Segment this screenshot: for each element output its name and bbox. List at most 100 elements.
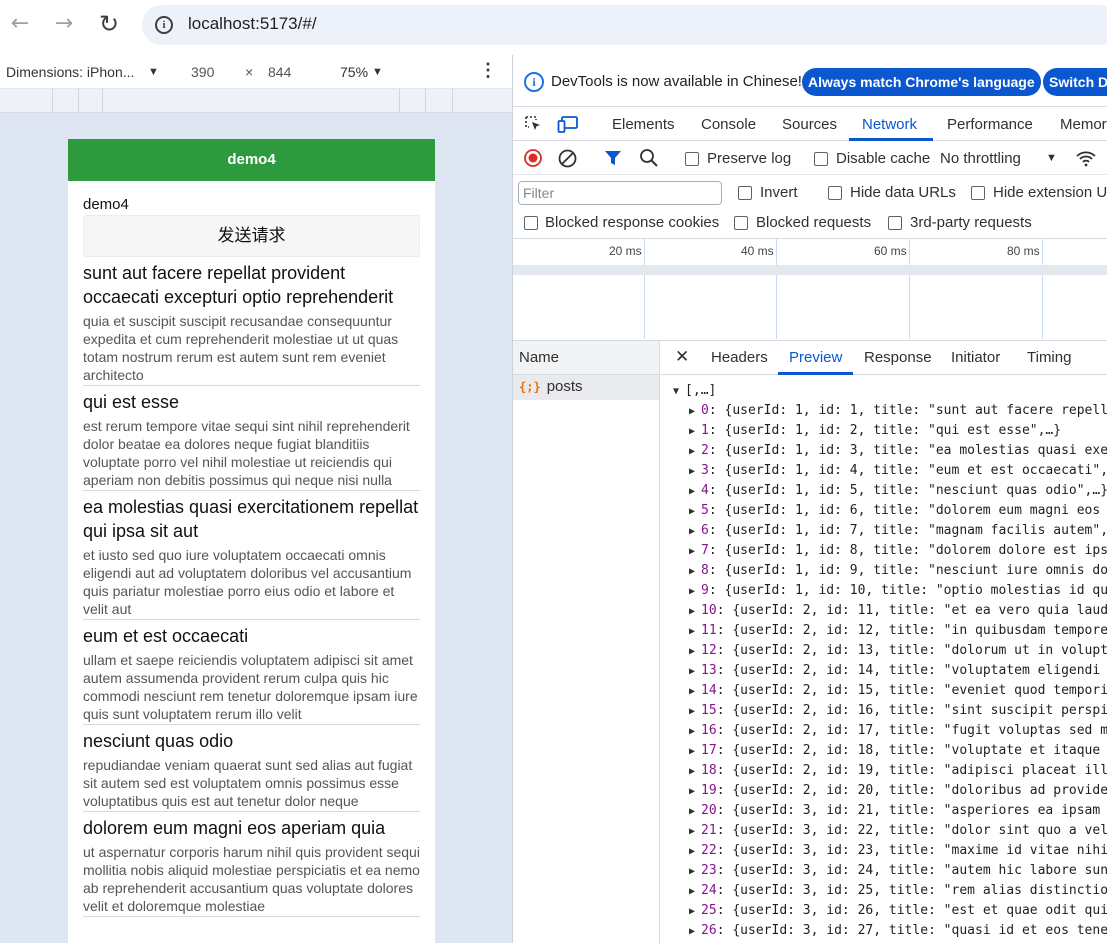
record-stop-icon[interactable] [524, 149, 542, 171]
collapsed-triangle-icon[interactable]: ▶ [689, 586, 701, 597]
collapsed-triangle-icon[interactable]: ▶ [689, 866, 701, 877]
blocked-response-cookies-checkbox[interactable] [524, 216, 538, 230]
detail-tab-initiator[interactable]: Initiator [951, 349, 1000, 366]
tab-memory[interactable]: Memory [1060, 116, 1107, 133]
collapsed-triangle-icon[interactable]: ▶ [689, 666, 701, 677]
third-party-requests-checkbox[interactable] [888, 216, 902, 230]
filter-input[interactable]: Filter [518, 181, 722, 205]
collapsed-triangle-icon[interactable]: ▶ [689, 426, 701, 437]
expand-triangle-icon[interactable]: ▼ [673, 386, 685, 397]
more-menu-icon[interactable]: ⋮ [479, 60, 497, 81]
json-array-item[interactable]: ▶ 14: {userId: 2, id: 15, title: "evenie… [689, 681, 1107, 701]
name-column-header[interactable]: Name [513, 341, 659, 375]
json-array-item[interactable]: ▶ 19: {userId: 2, id: 20, title: "dolori… [689, 781, 1107, 801]
json-array-item[interactable]: ▶ 15: {userId: 2, id: 16, title: "sint s… [689, 701, 1107, 721]
forward-icon[interactable]: → [50, 9, 78, 39]
collapsed-triangle-icon[interactable]: ▶ [689, 706, 701, 717]
blocked-requests-checkbox[interactable] [734, 216, 748, 230]
collapsed-triangle-icon[interactable]: ▶ [689, 926, 701, 937]
collapsed-triangle-icon[interactable]: ▶ [689, 766, 701, 777]
collapsed-triangle-icon[interactable]: ▶ [689, 446, 701, 457]
network-conditions-icon[interactable] [1075, 149, 1099, 171]
json-array-item[interactable]: ▶ 2: {userId: 1, id: 3, title: "ea moles… [689, 441, 1107, 461]
tab-network[interactable]: Network [862, 116, 917, 133]
tab-performance[interactable]: Performance [947, 116, 1033, 133]
collapsed-triangle-icon[interactable]: ▶ [689, 466, 701, 477]
tab-console[interactable]: Console [701, 116, 756, 133]
json-array-item[interactable]: ▶ 11: {userId: 2, id: 12, title: "in qui… [689, 621, 1107, 641]
json-array-item[interactable]: ▶ 21: {userId: 3, id: 22, title: "dolor … [689, 821, 1107, 841]
site-info-icon[interactable]: i [155, 16, 173, 34]
hide-extension-urls-checkbox[interactable] [971, 186, 985, 200]
disable-cache-checkbox[interactable] [814, 152, 828, 166]
hide-data-urls-checkbox[interactable] [828, 186, 842, 200]
send-request-button[interactable]: 发送请求 [83, 215, 420, 257]
chevron-down-icon[interactable]: ▼ [1046, 152, 1057, 164]
json-array-item[interactable]: ▶ 10: {userId: 2, id: 11, title: "et ea … [689, 601, 1107, 621]
always-match-language-button[interactable]: Always match Chrome's language [802, 68, 1041, 96]
json-array-item[interactable]: ▶ 7: {userId: 1, id: 8, title: "dolorem … [689, 541, 1107, 561]
json-array-item[interactable]: ▶ 23: {userId: 3, id: 24, title: "autem … [689, 861, 1107, 881]
json-array-item[interactable]: ▶ 18: {userId: 2, id: 19, title: "adipis… [689, 761, 1107, 781]
json-array-item[interactable]: ▶ 9: {userId: 1, id: 10, title: "optio m… [689, 581, 1107, 601]
tab-elements[interactable]: Elements [612, 116, 675, 133]
invert-checkbox[interactable] [738, 186, 752, 200]
width-input[interactable]: 390 [191, 64, 214, 80]
filter-icon[interactable] [604, 149, 622, 171]
collapsed-triangle-icon[interactable]: ▶ [689, 746, 701, 757]
json-array-item[interactable]: ▶ 22: {userId: 3, id: 23, title: "maxime… [689, 841, 1107, 861]
reload-icon[interactable]: ↻ [95, 9, 123, 39]
chevron-down-icon[interactable]: ▼ [372, 66, 383, 78]
throttling-select[interactable]: No throttling [940, 150, 1021, 167]
json-array-item[interactable]: ▶ 13: {userId: 2, id: 14, title: "volupt… [689, 661, 1107, 681]
json-array-item[interactable]: ▶ 25: {userId: 3, id: 26, title: "est et… [689, 901, 1107, 921]
collapsed-triangle-icon[interactable]: ▶ [689, 506, 701, 517]
collapsed-triangle-icon[interactable]: ▶ [689, 486, 701, 497]
json-array-item[interactable]: ▶ 6: {userId: 1, id: 7, title: "magnam f… [689, 521, 1107, 541]
network-overview-timeline[interactable]: 20 ms 40 ms 60 ms 80 ms [513, 238, 1107, 339]
preserve-log-checkbox[interactable] [685, 152, 699, 166]
address-bar[interactable]: i localhost:5173/#/ [142, 5, 1107, 45]
json-array-item[interactable]: ▶ 17: {userId: 2, id: 18, title: "volupt… [689, 741, 1107, 761]
collapsed-triangle-icon[interactable]: ▶ [689, 846, 701, 857]
height-input[interactable]: 844 [268, 64, 291, 80]
json-array-item[interactable]: ▶ 4: {userId: 1, id: 5, title: "nesciunt… [689, 481, 1107, 501]
detail-tab-preview[interactable]: Preview [789, 349, 842, 366]
search-icon[interactable] [639, 148, 659, 172]
json-array-item[interactable]: ▶ 12: {userId: 2, id: 13, title: "doloru… [689, 641, 1107, 661]
back-icon[interactable]: ← [6, 9, 34, 39]
url-text[interactable]: localhost:5173/#/ [188, 14, 317, 34]
chevron-down-icon[interactable]: ▼ [148, 66, 159, 78]
collapsed-triangle-icon[interactable]: ▶ [689, 686, 701, 697]
collapsed-triangle-icon[interactable]: ▶ [689, 886, 701, 897]
dimensions-dropdown[interactable]: Dimensions: iPhon... [6, 64, 134, 80]
detail-tab-headers[interactable]: Headers [711, 349, 768, 366]
switch-language-button[interactable]: Switch DevTools to Chinese [1043, 68, 1107, 96]
json-array-item[interactable]: ▶ 0: {userId: 1, id: 1, title: "sunt aut… [689, 401, 1107, 421]
collapsed-triangle-icon[interactable]: ▶ [689, 526, 701, 537]
json-array-item[interactable]: ▶ 20: {userId: 3, id: 21, title: "asperi… [689, 801, 1107, 821]
collapsed-triangle-icon[interactable]: ▶ [689, 606, 701, 617]
collapsed-triangle-icon[interactable]: ▶ [689, 626, 701, 637]
collapsed-triangle-icon[interactable]: ▶ [689, 906, 701, 917]
json-array-item[interactable]: ▶ 24: {userId: 3, id: 25, title: "rem al… [689, 881, 1107, 901]
collapsed-triangle-icon[interactable]: ▶ [689, 826, 701, 837]
json-array-item[interactable]: ▶ 16: {userId: 2, id: 17, title: "fugit … [689, 721, 1107, 741]
zoom-dropdown[interactable]: 75% [340, 64, 368, 80]
close-icon[interactable]: ✕ [675, 347, 689, 367]
json-array-item[interactable]: ▶ 8: {userId: 1, id: 9, title: "nesciunt… [689, 561, 1107, 581]
collapsed-triangle-icon[interactable]: ▶ [689, 546, 701, 557]
json-array-item[interactable]: ▶ 3: {userId: 1, id: 4, title: "eum et e… [689, 461, 1107, 481]
tab-sources[interactable]: Sources [782, 116, 837, 133]
collapsed-triangle-icon[interactable]: ▶ [689, 646, 701, 657]
collapsed-triangle-icon[interactable]: ▶ [689, 786, 701, 797]
inspect-element-icon[interactable] [523, 114, 543, 138]
json-root-node[interactable]: ▼ [,…] [673, 381, 716, 401]
collapsed-triangle-icon[interactable]: ▶ [689, 806, 701, 817]
collapsed-triangle-icon[interactable]: ▶ [689, 726, 701, 737]
collapsed-triangle-icon[interactable]: ▶ [689, 566, 701, 577]
json-array-item[interactable]: ▶ 1: {userId: 1, id: 2, title: "qui est … [689, 421, 1061, 441]
clear-icon[interactable] [558, 149, 577, 172]
json-array-item[interactable]: ▶ 5: {userId: 1, id: 6, title: "dolorem … [689, 501, 1107, 521]
device-toolbar-icon[interactable] [557, 114, 579, 138]
